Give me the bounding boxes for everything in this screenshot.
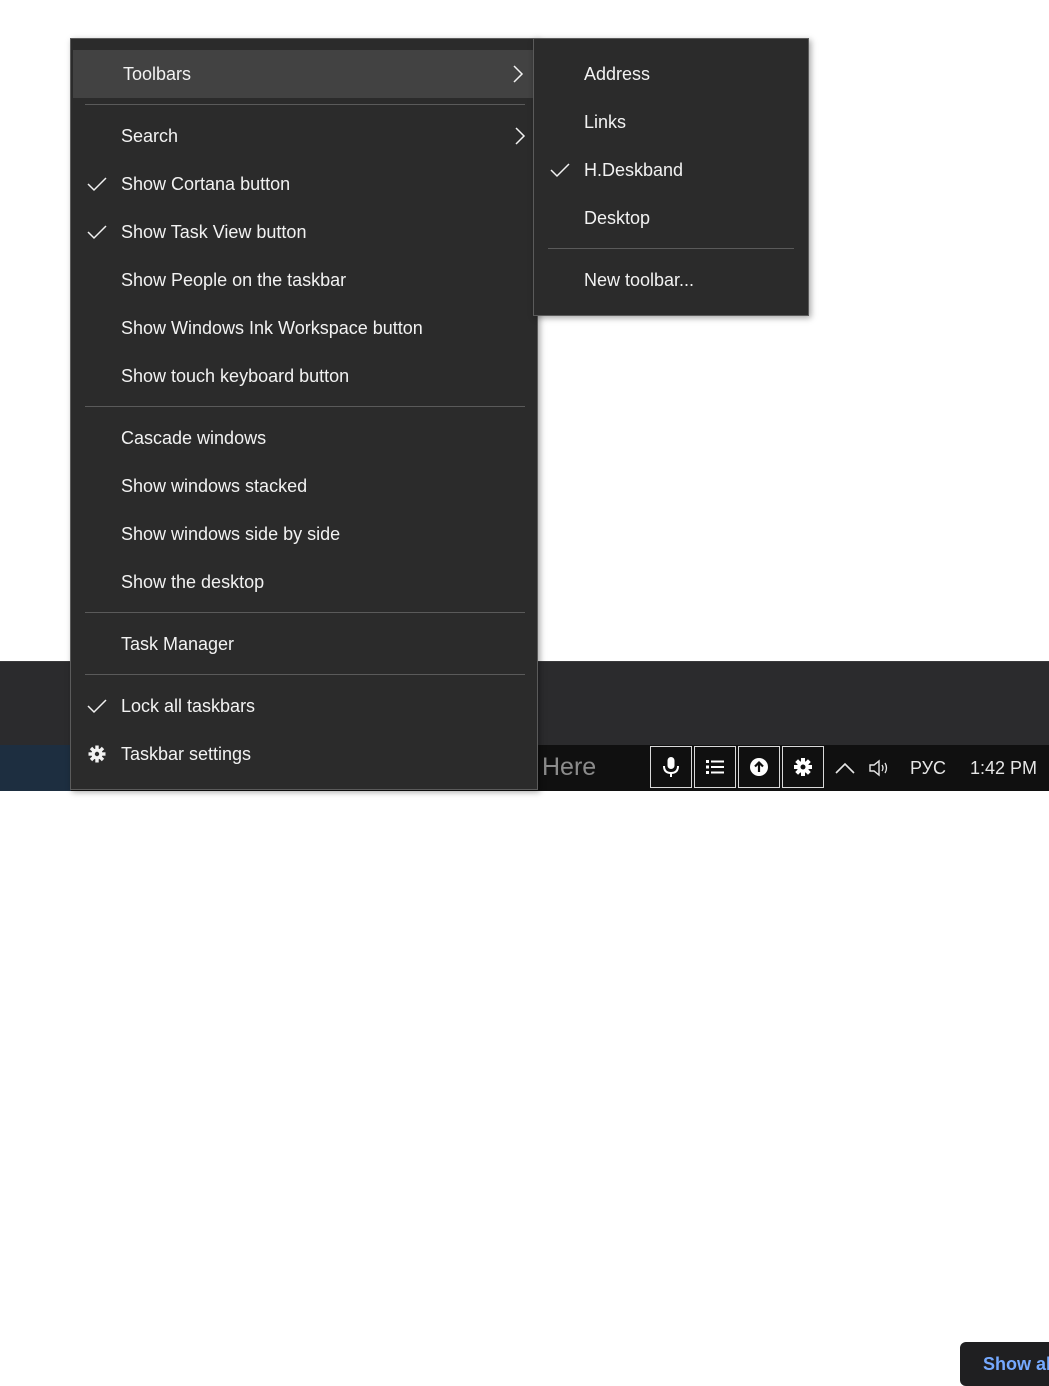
menu-item-label: Task Manager: [121, 634, 235, 654]
menu-item-label: Show Task View button: [121, 222, 307, 242]
menu-item-show-ink-workspace[interactable]: Show Windows Ink Workspace button: [71, 304, 537, 352]
clock[interactable]: 1:42 PM: [970, 745, 1037, 791]
menu-separator: [548, 248, 794, 249]
menu-item-label: Show Windows Ink Workspace button: [121, 318, 423, 338]
upload-icon: [750, 758, 768, 776]
menu-item-show-desktop[interactable]: Show the desktop: [71, 558, 537, 606]
gear-icon: [88, 745, 106, 763]
menu-item-label: Search: [121, 126, 179, 146]
menu-item-label: H.Deskband: [584, 160, 684, 180]
menu-item-windows-stacked[interactable]: Show windows stacked: [71, 462, 537, 510]
input-language-indicator[interactable]: РУС: [910, 745, 946, 791]
settings-button[interactable]: [782, 746, 824, 788]
speaker-icon: [869, 759, 888, 777]
menu-item-show-touch-keyboard[interactable]: Show touch keyboard button: [71, 352, 537, 400]
menu-item-label: New toolbar...: [584, 270, 695, 290]
microphone-button[interactable]: [650, 746, 692, 788]
submenu-item-hdeskband[interactable]: H.Deskband: [534, 146, 808, 194]
chevron-up-icon: [835, 762, 855, 774]
microphone-icon: [663, 757, 679, 777]
gear-icon: [794, 758, 812, 776]
menu-item-toolbars[interactable]: Toolbars: [73, 50, 535, 98]
menu-item-label: Links: [584, 112, 627, 132]
menu-item-show-task-view[interactable]: Show Task View button: [71, 208, 537, 256]
menu-item-label: Cascade windows: [121, 428, 267, 448]
chevron-right-icon: [513, 65, 524, 83]
list-button[interactable]: [694, 746, 736, 788]
submenu-item-address[interactable]: Address: [534, 50, 808, 98]
menu-item-label: Toolbars: [123, 64, 192, 84]
menu-item-label: Lock all taskbars: [121, 696, 256, 716]
submenu-item-links[interactable]: Links: [534, 98, 808, 146]
menu-item-label: Show windows stacked: [121, 476, 308, 496]
menu-item-lock-taskbars[interactable]: Lock all taskbars: [71, 682, 537, 730]
menu-item-label: Show windows side by side: [121, 524, 341, 544]
menu-item-label: Show Cortana button: [121, 174, 291, 194]
upload-button[interactable]: [738, 746, 780, 788]
menu-item-windows-side-by-side[interactable]: Show windows side by side: [71, 510, 537, 558]
toolbars-submenu: Address Links H.Deskband Desktop New too…: [533, 38, 809, 316]
chevron-right-icon: [515, 127, 526, 145]
list-icon: [706, 760, 724, 774]
submenu-item-desktop[interactable]: Desktop: [534, 194, 808, 242]
menu-item-label: Show the desktop: [121, 572, 265, 592]
menu-separator: [85, 674, 525, 675]
menu-item-label: Show touch keyboard button: [121, 366, 350, 386]
menu-item-label: Show People on the taskbar: [121, 270, 347, 290]
menu-item-label: Address: [584, 64, 651, 84]
menu-item-search[interactable]: Search: [71, 112, 537, 160]
checkmark-icon: [87, 699, 107, 714]
checkmark-icon: [87, 225, 107, 240]
menu-item-show-cortana[interactable]: Show Cortana button: [71, 160, 537, 208]
volume-button[interactable]: [868, 745, 894, 791]
taskbar-start-area[interactable]: [0, 745, 71, 791]
menu-separator: [85, 612, 525, 613]
show-hidden-icons-button[interactable]: [834, 745, 856, 791]
menu-separator: [85, 406, 525, 407]
menu-item-label: Desktop: [584, 208, 651, 228]
submenu-item-new-toolbar[interactable]: New toolbar...: [534, 256, 808, 304]
menu-item-taskbar-settings[interactable]: Taskbar settings: [71, 730, 537, 778]
taskbar-search-text[interactable]: Here: [542, 753, 596, 782]
checkmark-icon: [550, 163, 570, 178]
menu-item-cascade-windows[interactable]: Cascade windows: [71, 414, 537, 462]
show-all-button[interactable]: Show all: [960, 1342, 1049, 1386]
taskbar-context-menu: Toolbars Search Show Cortana button Show…: [70, 38, 538, 790]
menu-item-label: Taskbar settings: [121, 744, 252, 764]
menu-separator: [85, 104, 525, 105]
menu-item-task-manager[interactable]: Task Manager: [71, 620, 537, 668]
checkmark-icon: [87, 177, 107, 192]
menu-item-show-people[interactable]: Show People on the taskbar: [71, 256, 537, 304]
